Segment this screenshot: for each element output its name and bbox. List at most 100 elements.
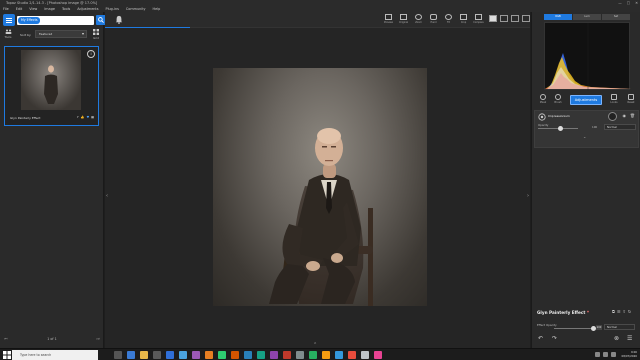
sort-row: Tools Sort by Featured Grid [3, 29, 101, 43]
taskbar: Type here to search 9:00 08/07/2020 [0, 348, 640, 360]
tab-rgb[interactable]: RGB [544, 14, 572, 20]
delete-icon[interactable]: 🗑 [630, 113, 635, 118]
preview-tool[interactable]: Preview [382, 12, 395, 26]
notification-bell-icon[interactable] [115, 15, 123, 24]
photoshop-icon[interactable] [179, 351, 187, 359]
visibility-icon[interactable]: ◉ [623, 113, 627, 118]
quad-view-icon[interactable] [522, 15, 530, 22]
view-tools: Preview Original Zoom Hand Fit Crop Comp… [382, 12, 485, 26]
folder-icon[interactable] [140, 351, 148, 359]
hand-tool[interactable]: Hand [427, 12, 440, 26]
hamburger-menu-icon[interactable] [3, 14, 15, 26]
looks-tool[interactable]: Looks [608, 94, 620, 104]
app-icon-11[interactable] [244, 351, 252, 359]
brush-tool[interactable]: Brush [552, 94, 564, 104]
fit-tool[interactable]: Fit [442, 12, 455, 26]
adjustments-button[interactable]: Adjustments [570, 95, 602, 105]
mail-icon[interactable] [166, 351, 174, 359]
effect-opacity-slider[interactable] [554, 326, 596, 331]
sort-select[interactable]: Featured [35, 30, 87, 38]
preview-tool-label: Preview [384, 21, 393, 24]
tools-view-button[interactable]: Tools [3, 29, 13, 41]
effect-actions: ⧉ ☰ ⇪ ↻ [612, 309, 631, 314]
favorite-icon[interactable]: ♥ [86, 115, 89, 119]
page-last-icon[interactable]: ⏭ [96, 335, 100, 343]
main-workspace: Preview Original Zoom Hand Fit Crop Comp… [105, 12, 530, 348]
app-icon-8[interactable] [205, 351, 213, 359]
reset-icon [628, 94, 634, 100]
fit-tool-label: Fit [447, 21, 450, 24]
side-by-side-view-icon[interactable] [511, 15, 519, 22]
original-tool-label: Original [399, 21, 408, 24]
app-icon-18[interactable] [335, 351, 343, 359]
filter-chip[interactable]: My Effects [18, 16, 41, 24]
split-view-icon[interactable] [500, 15, 508, 22]
app-icon-16[interactable] [309, 351, 317, 359]
app-icon-12[interactable] [257, 351, 265, 359]
windows-start-icon[interactable] [3, 351, 11, 359]
refresh-icon[interactable]: ↻ [628, 309, 631, 314]
crop-tool[interactable]: Crop [457, 12, 470, 26]
layer-opacity-slider[interactable] [538, 126, 578, 131]
expand-layer-icon[interactable]: ⌄ [583, 134, 586, 139]
taskbar-search-input[interactable]: Type here to search [12, 350, 98, 360]
grid-view-label: Grid [93, 36, 99, 40]
layer-opacity-knob[interactable] [558, 126, 563, 131]
collapse-right-panel-icon[interactable]: › [527, 193, 529, 199]
app-icon-7[interactable] [192, 351, 200, 359]
effect-blend-select[interactable]: Normal [604, 324, 635, 330]
filter-layer[interactable]: Impressionism ◉ 🗑 Opacity 100 Normal ⌄ [534, 110, 639, 148]
app-icon-13[interactable] [270, 351, 278, 359]
effect-modified-flag: * [586, 310, 590, 315]
network-icon[interactable] [595, 352, 600, 357]
layer-blend-select[interactable]: Normal [604, 124, 636, 130]
app-icon-15[interactable] [296, 351, 304, 359]
portrait-photo[interactable] [213, 68, 427, 306]
app-icon-9[interactable] [218, 351, 226, 359]
app-icon-19[interactable] [348, 351, 356, 359]
app-icon-10[interactable] [231, 351, 239, 359]
like-icon[interactable]: 👍 [81, 115, 85, 119]
collapse-left-panel-icon[interactable]: ‹ [106, 193, 108, 199]
effect-opacity-value[interactable]: 100 [596, 325, 602, 330]
reset-tool[interactable]: Reset [625, 94, 637, 104]
topaz-studio-icon[interactable] [374, 351, 382, 359]
more-icon[interactable]: ▦ [91, 115, 94, 119]
layers-icon[interactable]: ☰ [617, 309, 621, 314]
effect-likes: 7 [76, 115, 79, 119]
apply-icon[interactable]: ⊗ [614, 335, 619, 342]
menu-icon[interactable]: ☰ [627, 335, 632, 342]
view-mode-buttons [489, 15, 530, 22]
app-icon-14[interactable] [283, 351, 291, 359]
volume-icon[interactable] [603, 352, 608, 357]
original-tool[interactable]: Original [397, 12, 410, 26]
search-input[interactable]: My Effects [17, 15, 94, 25]
app-icon-20[interactable] [361, 351, 369, 359]
mask-tool[interactable]: Mask [537, 94, 549, 104]
tab-lum[interactable]: Lum [573, 14, 601, 20]
tab-sat[interactable]: Sat [602, 14, 630, 20]
system-tray [595, 352, 616, 357]
search-row: My Effects [3, 14, 106, 26]
compare-tool[interactable]: Compare [472, 12, 485, 26]
mask-icon [540, 94, 546, 100]
task-view-icon[interactable] [114, 351, 122, 359]
edge-icon[interactable] [127, 351, 135, 359]
app-icon-17[interactable] [322, 351, 330, 359]
redo-icon[interactable]: ↷ [552, 335, 557, 342]
store-icon[interactable] [153, 351, 161, 359]
crop-tool-label: Crop [460, 21, 467, 24]
clock[interactable]: 9:00 08/07/2020 [622, 350, 638, 358]
effect-card[interactable]: i Glyn Painterly Effect 7 👍 ♥ ▦ [4, 46, 99, 126]
zoom-tool[interactable]: Zoom [412, 12, 425, 26]
layer-mask-icon[interactable] [608, 112, 617, 121]
info-icon[interactable]: i [87, 50, 95, 58]
undo-icon[interactable]: ↶ [538, 335, 543, 342]
page-first-icon[interactable]: ⏮ [4, 335, 8, 343]
single-view-icon[interactable] [489, 15, 497, 22]
battery-icon[interactable] [611, 352, 616, 357]
image-canvas[interactable]: ‹ › ⌃ [105, 28, 530, 348]
export-icon[interactable]: ⇪ [622, 309, 625, 314]
save-effect-icon[interactable]: ⧉ [612, 309, 615, 314]
grid-view-button[interactable]: Grid [91, 29, 101, 41]
